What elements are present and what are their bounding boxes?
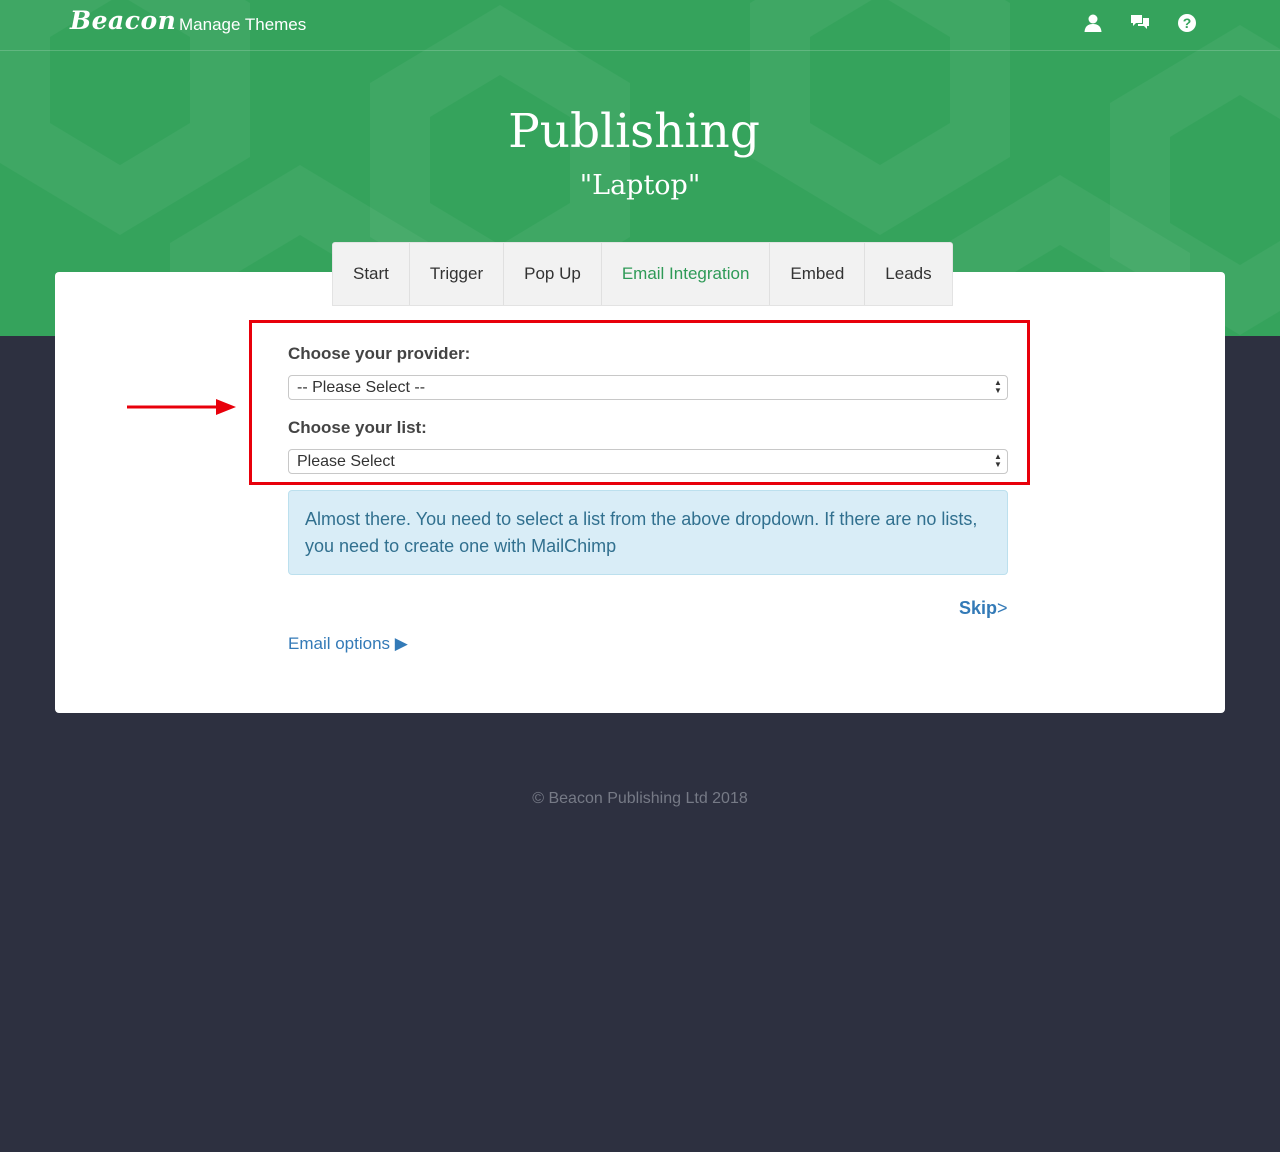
select-arrows-icon: ▲ ▼	[994, 452, 1002, 469]
annotation-arrow	[127, 399, 236, 415]
provider-select-value: -- Please Select --	[297, 379, 426, 396]
list-select[interactable]: Please Select ▲ ▼	[288, 449, 1008, 474]
beacon-logo[interactable]: Beacon	[70, 6, 176, 35]
email-options-toggle[interactable]: Email options ▶	[288, 634, 408, 654]
page-subtitle: "Laptop"	[579, 170, 701, 201]
help-icon[interactable]: ?	[1177, 13, 1197, 33]
provider-label: Choose your provider:	[288, 344, 471, 363]
tab-pop-up[interactable]: Pop Up	[504, 243, 602, 305]
page-title: Publishing	[508, 104, 760, 159]
tab-leads[interactable]: Leads	[865, 243, 951, 305]
comments-icon[interactable]	[1130, 13, 1150, 33]
step-tabs: Start Trigger Pop Up Email Integration E…	[332, 242, 953, 306]
top-navbar: Beacon Manage Themes ?	[0, 0, 1280, 51]
tab-email-integration[interactable]: Email Integration	[602, 243, 771, 305]
svg-text:?: ?	[1183, 15, 1192, 31]
footer-copyright: © Beacon Publishing Ltd 2018	[532, 790, 748, 807]
list-label: Choose your list:	[288, 418, 427, 437]
list-select-value: Please Select	[297, 453, 395, 470]
skip-chevron: >	[997, 598, 1008, 618]
user-icon[interactable]	[1083, 13, 1103, 33]
provider-select[interactable]: -- Please Select -- ▲ ▼	[288, 375, 1008, 400]
tab-embed[interactable]: Embed	[770, 243, 866, 305]
skip-link[interactable]: Skip>	[959, 598, 1008, 619]
info-alert: Almost there. You need to select a list …	[288, 490, 1008, 575]
manage-themes-link[interactable]: Manage Themes	[179, 15, 306, 35]
select-arrows-icon: ▲ ▼	[994, 378, 1002, 395]
tab-start[interactable]: Start	[333, 243, 410, 305]
tab-trigger[interactable]: Trigger	[410, 243, 505, 305]
skip-label: Skip	[959, 598, 998, 618]
